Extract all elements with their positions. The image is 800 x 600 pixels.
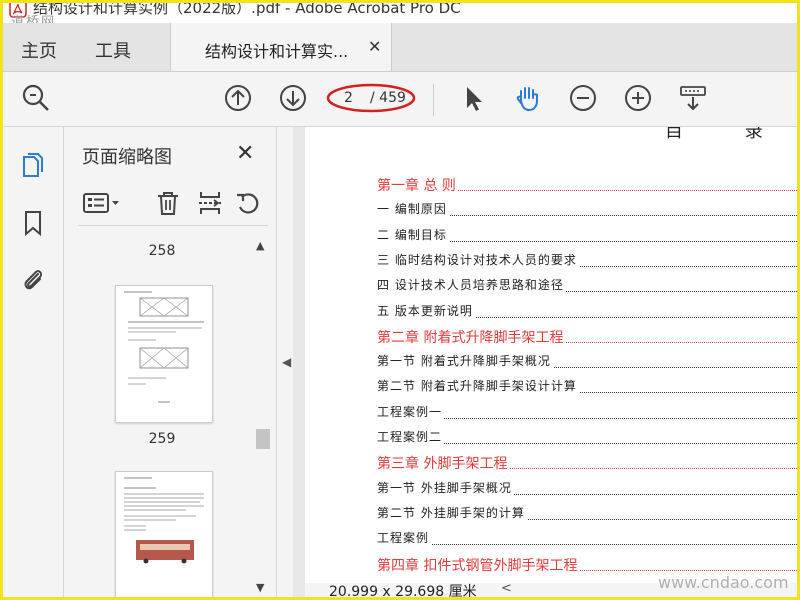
page-total: / 459	[370, 90, 406, 106]
toc-entry-text: 第二节 附着式升降脚手架设计计算	[377, 379, 579, 394]
toc-entry-text: 第一节 附着式升降脚手架概况	[377, 354, 553, 369]
page-thumbnails-icon[interactable]	[19, 151, 47, 179]
hand-tool-icon[interactable]	[513, 83, 543, 113]
scroll-mode-icon[interactable]	[678, 83, 708, 113]
page-size-readout: 20.999 x 29.698 厘米	[329, 584, 477, 600]
bookmark-icon[interactable]	[19, 209, 47, 237]
horizontal-scroll-left[interactable]: <	[501, 581, 512, 596]
tab-home[interactable]: 主页	[21, 37, 57, 63]
thumbnail-page-260[interactable]	[115, 471, 213, 597]
document-tab-label: 结构设计和计算实...	[205, 42, 349, 61]
toc-section-entry[interactable]: 三 临时结构设计对技术人员的要求	[377, 251, 797, 273]
zoom-out-icon[interactable]	[568, 83, 598, 113]
toc-entry-text: 四 设计技术人员培养思路和途径	[377, 278, 566, 293]
thumbnail-page-label: 259	[148, 431, 176, 447]
select-cursor-icon[interactable]	[458, 83, 488, 113]
tab-tools[interactable]: 工具	[95, 37, 131, 63]
scroll-up-arrow[interactable]: ▲	[256, 239, 264, 252]
toc-entry-text: 第二节 外挂脚手架的计算	[377, 505, 527, 520]
toc-entry-text: 一 编制原因	[377, 202, 449, 217]
toc-entry-text: 二 编制目标	[377, 227, 449, 242]
navigation-rail	[3, 127, 64, 597]
thumbnail-page-259[interactable]	[115, 285, 213, 423]
collapse-panel-handle[interactable]: ◀	[282, 355, 291, 369]
toc-chapter-entry[interactable]: 第一章 总 则	[377, 175, 797, 197]
toc-entry-text: 第三章 外脚手架工程	[377, 456, 510, 473]
toc-entry-text: 第一章 总 则	[377, 178, 458, 194]
toc-section-entry[interactable]: 四 设计技术人员培养思路和途径	[377, 276, 797, 298]
toc-entry-text: 三 临时结构设计对技术人员的要求	[377, 252, 579, 267]
thumbnails-panel: 页面缩略图 ✕ 258 259 ▲ ▼	[64, 127, 277, 597]
toc-section-entry[interactable]: 第二节 外挂脚手架的计算	[377, 504, 797, 526]
page-preview	[124, 477, 204, 564]
app-window: 结构设计和计算实例（2022版）.pdf - Adobe Acrobat Pro…	[0, 0, 800, 600]
window-title: 结构设计和计算实例（2022版）.pdf - Adobe Acrobat Pro…	[33, 0, 461, 17]
page-number-field[interactable]: 2 / 459	[326, 83, 416, 113]
scroll-down-arrow[interactable]: ▼	[256, 581, 264, 594]
delete-page-icon[interactable]	[154, 189, 182, 217]
toc-entry-text: 第二章 附着式升降脚手架工程	[377, 329, 566, 346]
toolbar: 2 / 459	[3, 72, 797, 127]
toc-entry-text: 工程案例	[377, 531, 432, 546]
toc-section-entry[interactable]: 第一节 外挂脚手架概况	[377, 479, 797, 501]
search-icon[interactable]	[21, 83, 51, 113]
close-panel-button[interactable]: ✕	[236, 141, 254, 166]
page-up-icon[interactable]	[223, 83, 253, 113]
toc-chapter-entry[interactable]: 第二章 附着式升降脚手架工程	[377, 327, 797, 349]
toc-section-entry[interactable]: 一 编制原因	[377, 200, 797, 222]
toc-entry-text: 工程案例一	[377, 404, 445, 419]
thumbnail-page-label: 258	[148, 243, 176, 259]
close-tab-button[interactable]: ✕	[368, 37, 381, 56]
tab-document[interactable]: 结构设计和计算实... ✕	[170, 23, 392, 71]
thumbnail-list[interactable]: 258 259	[64, 227, 276, 597]
toc-entry-text: 工程案例二	[377, 430, 445, 444]
toc-entry-text: 五 版本更新说明	[377, 303, 475, 318]
watermark-bottom: www.cndao.com	[658, 573, 789, 592]
thumbnail-toolbar	[78, 181, 268, 226]
toc-section-entry[interactable]: 工程案例二	[377, 428, 797, 450]
toolbar-divider	[433, 84, 434, 116]
rotate-page-icon[interactable]	[234, 189, 262, 217]
toc-chapter-entry[interactable]: 第三章 外脚手架工程	[377, 453, 797, 475]
panel-title: 页面缩略图	[82, 147, 172, 168]
thumbnail-scrollbar[interactable]: ▲ ▼	[254, 239, 270, 597]
attachment-icon[interactable]	[19, 265, 47, 293]
document-view[interactable]: 目 录 第一章 总 则一 编制原因二 编制目标三 临时结构设计对技术人员的要求四…	[293, 127, 797, 597]
document-page: 目 录 第一章 总 则一 编制原因二 编制目标三 临时结构设计对技术人员的要求四…	[305, 127, 797, 587]
toc-section-entry[interactable]: 二 编制目标	[377, 226, 797, 248]
scrollbar-thumb[interactable]	[256, 429, 270, 449]
toc-heading: 目 录	[665, 127, 791, 142]
toc-section-entry[interactable]: 工程案例一	[377, 403, 797, 425]
toc-section-entry[interactable]: 工程案例	[377, 529, 797, 551]
thumbnail-options-icon[interactable]	[82, 189, 122, 217]
toc-entry-text: 第四章 扣件式钢管外脚手架工程	[377, 557, 580, 574]
tab-bar: 主页 工具 结构设计和计算实... ✕	[3, 23, 797, 72]
zoom-in-icon[interactable]	[623, 83, 653, 113]
page-preview	[124, 291, 204, 403]
toc-section-entry[interactable]: 第二节 附着式升降脚手架设计计算	[377, 377, 797, 399]
page-current-input[interactable]: 2	[344, 90, 353, 106]
title-bar: 结构设计和计算实例（2022版）.pdf - Adobe Acrobat Pro…	[3, 3, 797, 23]
extract-page-icon[interactable]	[196, 189, 224, 217]
toc-section-entry[interactable]: 五 版本更新说明	[377, 302, 797, 324]
toc-entry-text: 第一节 外挂脚手架概况	[377, 480, 514, 495]
toc-section-entry[interactable]: 第一节 附着式升降脚手架概况	[377, 352, 797, 374]
page-down-icon[interactable]	[278, 83, 308, 113]
